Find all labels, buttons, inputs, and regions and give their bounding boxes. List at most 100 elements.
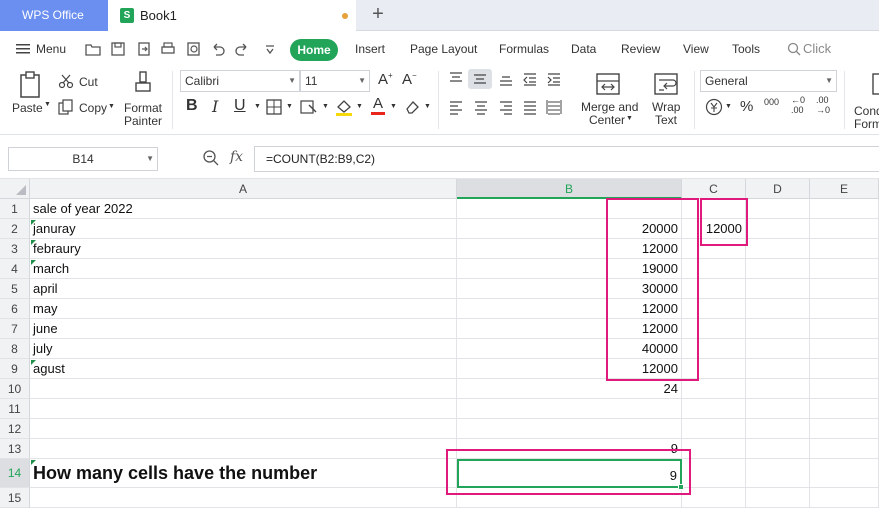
- cell-d3[interactable]: [746, 239, 810, 259]
- cell-b9[interactable]: 12000: [457, 359, 682, 379]
- row-header-6[interactable]: 6: [0, 299, 30, 319]
- cell-c3[interactable]: [682, 239, 746, 259]
- paste-button[interactable]: Paste ▼: [10, 69, 51, 129]
- cell-c7[interactable]: [682, 319, 746, 339]
- cell-e1[interactable]: [810, 199, 879, 219]
- cell-d11[interactable]: [746, 399, 810, 419]
- select-all-corner[interactable]: [0, 179, 30, 199]
- cell-b3[interactable]: 12000: [457, 239, 682, 259]
- cell-a5[interactable]: april: [30, 279, 457, 299]
- cell-b12[interactable]: [457, 419, 682, 439]
- cell-e8[interactable]: [810, 339, 879, 359]
- cell-e10[interactable]: [810, 379, 879, 399]
- column-header-e[interactable]: E: [810, 179, 879, 199]
- tab-review[interactable]: Review: [621, 31, 660, 67]
- cell-c10[interactable]: [682, 379, 746, 399]
- cell-style-icon[interactable]: [300, 99, 318, 115]
- font-size-select[interactable]: 11 ▼: [300, 70, 370, 92]
- cell-c6[interactable]: [682, 299, 746, 319]
- increase-indent-icon[interactable]: [546, 71, 562, 87]
- open-folder-icon[interactable]: [85, 41, 101, 57]
- cell-d14[interactable]: [746, 459, 810, 488]
- new-tab-button[interactable]: +: [366, 3, 390, 27]
- align-middle-button[interactable]: [468, 69, 492, 89]
- redo-icon[interactable]: [234, 41, 250, 57]
- cell-b13[interactable]: 9: [457, 439, 682, 459]
- row-header-7[interactable]: 7: [0, 319, 30, 339]
- cell-b5[interactable]: 30000: [457, 279, 682, 299]
- zoom-formula-icon[interactable]: [202, 149, 220, 167]
- save-icon[interactable]: [110, 41, 126, 57]
- tab-page-layout[interactable]: Page Layout: [410, 31, 477, 67]
- row-header-11[interactable]: 11: [0, 399, 30, 419]
- cell-a12[interactable]: [30, 419, 457, 439]
- align-bottom-icon[interactable]: [498, 71, 514, 87]
- chevron-down-icon[interactable]: ▼: [725, 103, 732, 110]
- cell-e11[interactable]: [810, 399, 879, 419]
- cell-c9[interactable]: [682, 359, 746, 379]
- print-preview-icon[interactable]: [186, 41, 202, 57]
- cell-c11[interactable]: [682, 399, 746, 419]
- tab-home[interactable]: Home: [290, 39, 338, 61]
- increase-font-icon[interactable]: A+: [378, 71, 393, 88]
- name-box[interactable]: B14 ▼: [8, 147, 158, 171]
- tab-tools[interactable]: Tools: [732, 31, 760, 67]
- cell-b15[interactable]: [457, 488, 682, 508]
- row-header-4[interactable]: 4: [0, 259, 30, 279]
- italic-button[interactable]: I: [212, 97, 218, 116]
- fill-handle[interactable]: [678, 484, 684, 490]
- column-header-d[interactable]: D: [746, 179, 810, 199]
- row-header-3[interactable]: 3: [0, 239, 30, 259]
- eraser-icon[interactable]: [404, 99, 420, 115]
- cell-b8[interactable]: 40000: [457, 339, 682, 359]
- cell-d2[interactable]: [746, 219, 810, 239]
- cell-e9[interactable]: [810, 359, 879, 379]
- wrap-text-button[interactable]: Wrap Text: [648, 69, 684, 129]
- row-header-9[interactable]: 9: [0, 359, 30, 379]
- conditional-formatting-button[interactable]: Cond Form: [852, 69, 879, 129]
- cell-e2[interactable]: [810, 219, 879, 239]
- merge-center-button[interactable]: Merge and Center ▼: [578, 69, 638, 129]
- tab-data[interactable]: Data: [571, 31, 596, 67]
- chevron-down-icon[interactable]: ▼: [286, 103, 293, 110]
- row-header-1[interactable]: 1: [0, 199, 30, 219]
- cell-d7[interactable]: [746, 319, 810, 339]
- cell-b10[interactable]: 24: [457, 379, 682, 399]
- font-name-select[interactable]: Calibri ▼: [180, 70, 300, 92]
- cell-e15[interactable]: [810, 488, 879, 508]
- thousands-separator-button[interactable]: 000: [764, 97, 779, 107]
- row-header-13[interactable]: 13: [0, 439, 30, 459]
- cell-d1[interactable]: [746, 199, 810, 219]
- insert-function-icon[interactable]: fx: [230, 149, 243, 165]
- cell-a3[interactable]: febraury: [30, 239, 457, 259]
- undo-icon[interactable]: [210, 41, 226, 57]
- cell-a6[interactable]: may: [30, 299, 457, 319]
- cell-c2[interactable]: 12000: [682, 219, 746, 239]
- cell-c14[interactable]: [682, 459, 746, 488]
- cell-d13[interactable]: [746, 439, 810, 459]
- cell-b6[interactable]: 12000: [457, 299, 682, 319]
- borders-icon[interactable]: [266, 99, 282, 115]
- formula-input[interactable]: =COUNT(B2:B9,C2): [254, 146, 879, 172]
- cell-e12[interactable]: [810, 419, 879, 439]
- cell-a8[interactable]: july: [30, 339, 457, 359]
- number-format-select[interactable]: General ▼: [700, 70, 837, 92]
- cell-a11[interactable]: [30, 399, 457, 419]
- distributed-icon[interactable]: [546, 99, 562, 115]
- align-top-icon[interactable]: [448, 71, 464, 87]
- chevron-down-icon[interactable]: ▼: [254, 103, 261, 110]
- cell-e14[interactable]: [810, 459, 879, 488]
- cell-a7[interactable]: june: [30, 319, 457, 339]
- export-icon[interactable]: [136, 41, 152, 57]
- cell-a9[interactable]: agust: [30, 359, 457, 379]
- cell-d4[interactable]: [746, 259, 810, 279]
- cell-a15[interactable]: [30, 488, 457, 508]
- cell-e3[interactable]: [810, 239, 879, 259]
- cell-a2[interactable]: januray: [30, 219, 457, 239]
- percent-button[interactable]: %: [740, 98, 753, 115]
- chevron-down-icon[interactable]: ▼: [424, 103, 431, 110]
- cell-b11[interactable]: [457, 399, 682, 419]
- cell-c1[interactable]: [682, 199, 746, 219]
- row-header-10[interactable]: 10: [0, 379, 30, 399]
- chevron-down-icon[interactable]: ▼: [322, 103, 329, 110]
